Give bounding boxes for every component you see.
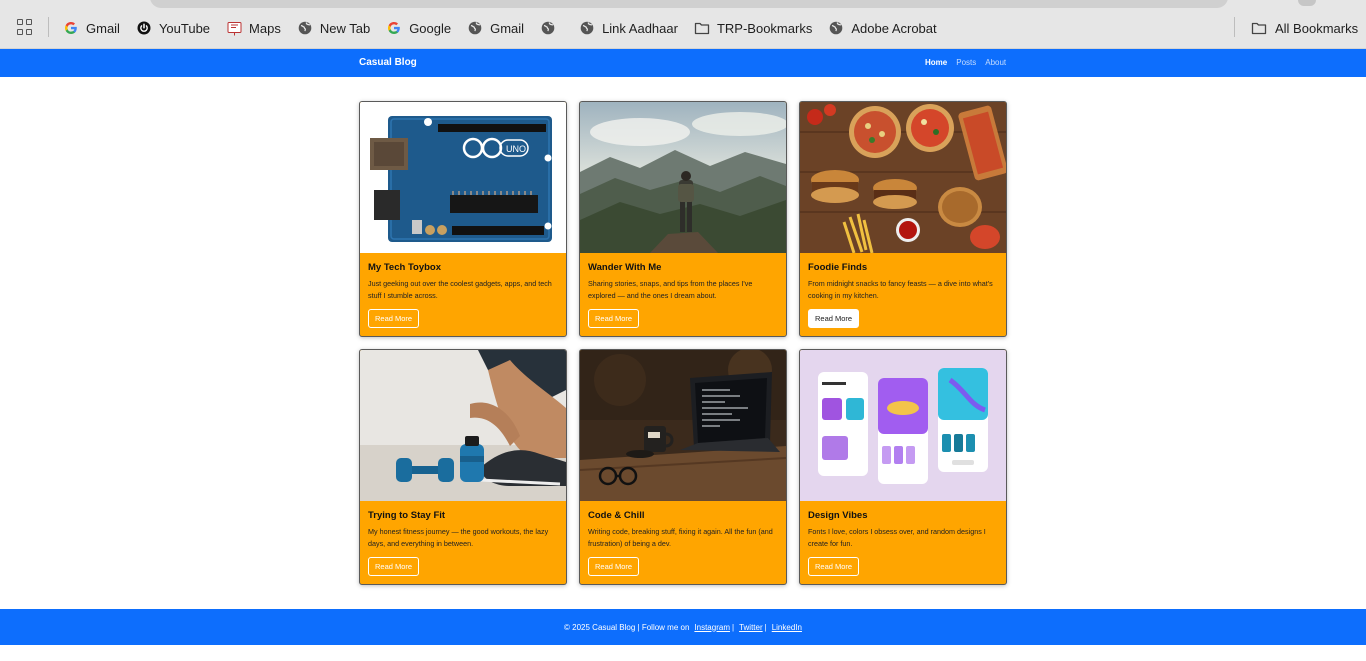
google-icon (63, 20, 79, 36)
laptop-coffee-image (580, 350, 786, 501)
food-spread-image (800, 102, 1006, 253)
card-text: Sharing stories, snaps, and tips from th… (588, 279, 753, 300)
read-more-button[interactable]: Read More (368, 557, 420, 576)
bookmark-youtube[interactable]: YouTube (136, 17, 210, 39)
apps-grid-icon[interactable] (17, 19, 33, 35)
blog-card: Design Vibes Fonts I love, colors I obse… (799, 349, 1007, 585)
globe-icon (297, 20, 313, 36)
bookmark-new-tab[interactable]: New Tab (297, 17, 370, 39)
bookmark-label: TRP-Bookmarks (716, 20, 813, 36)
power-icon (136, 20, 152, 36)
globe-icon (579, 20, 595, 36)
site-footer: © 2025 Casual Blog | Follow me on Instag… (0, 609, 1366, 645)
bookmark-google[interactable]: Google (386, 17, 451, 39)
card-text: Just geeking out over the coolest gadget… (368, 279, 552, 300)
app-design-mockup-image (800, 350, 1006, 501)
mountain-hiker-image (580, 102, 786, 253)
card-title: Foodie Finds (808, 262, 868, 273)
svg-text:UNO: UNO (506, 144, 526, 154)
nav-about[interactable]: About (985, 58, 1006, 67)
blog-card: Trying to Stay Fit My honest fitness jou… (359, 349, 567, 585)
card-text: Writing code, breaking stuff, fixing it … (588, 527, 773, 548)
card-text: From midnight snacks to fancy feasts — a… (808, 279, 993, 300)
blog-card: Wander With Me Sharing stories, snaps, a… (579, 101, 787, 337)
blog-card-grid: UNO My Tech Toybox Just geeking out over… (359, 101, 1007, 585)
bookmark-gmail[interactable]: Gmail (63, 17, 120, 39)
globe-icon (540, 20, 556, 36)
bookmark-label: Maps (249, 20, 281, 36)
bookmark-label: Adobe Acrobat (851, 20, 937, 36)
footer-link-linkedin[interactable]: LinkedIn (772, 623, 802, 632)
fitness-dumbbells-image (360, 350, 566, 501)
bookmarks-divider (1234, 17, 1235, 37)
bookmarks-divider (48, 17, 49, 37)
read-more-button[interactable]: Read More (588, 557, 640, 576)
globe-icon (828, 20, 844, 36)
address-bar-edge[interactable] (150, 0, 1228, 8)
profile-button-edge[interactable] (1298, 0, 1316, 6)
nav-links: Home Posts About (925, 58, 1015, 67)
read-more-button[interactable]: Read More (808, 557, 860, 576)
card-title: Trying to Stay Fit (368, 510, 446, 521)
bookmark-label: Gmail (86, 20, 120, 36)
folder-icon (694, 20, 710, 36)
card-title: Code & Chill (588, 510, 645, 521)
card-text: My honest fitness journey — the good wor… (368, 527, 549, 548)
bookmarks-bar: Gmail YouTube Maps New Tab Google Gmail (0, 0, 1366, 49)
bookmark-maps[interactable]: Maps (226, 17, 281, 39)
footer-link-instagram[interactable]: Instagram (694, 623, 730, 632)
all-bookmarks-button[interactable]: All Bookmarks (1251, 17, 1358, 39)
card-title: Design Vibes (808, 510, 868, 521)
globe-icon (467, 20, 483, 36)
blog-card: UNO My Tech Toybox Just geeking out over… (359, 101, 567, 337)
blog-card: Foodie Finds From midnight snacks to fan… (799, 101, 1007, 337)
bookmark-label: Gmail (490, 20, 525, 36)
read-more-button[interactable]: Read More (368, 309, 420, 328)
footer-text: © 2025 Casual Blog | Follow me on (564, 622, 690, 632)
folder-icon (1251, 20, 1267, 36)
bookmark-folder-trp[interactable]: TRP-Bookmarks (694, 17, 812, 39)
card-title: Wander With Me (588, 262, 662, 273)
bookmarks-list: Gmail YouTube Maps New Tab Google Gmail (63, 17, 953, 39)
card-title: My Tech Toybox (368, 262, 442, 273)
all-bookmarks-label: All Bookmarks (1275, 20, 1359, 36)
footer-link-twitter[interactable]: Twitter (739, 623, 763, 632)
bookmark-adobe-acrobat[interactable]: Adobe Acrobat (828, 17, 937, 39)
google-icon (386, 20, 402, 36)
footer-separator: | (764, 622, 767, 632)
nav-posts[interactable]: Posts (956, 58, 976, 67)
bookmark-label: YouTube (158, 20, 211, 36)
arduino-board-image: UNO (360, 102, 566, 253)
bookmark-unlabeled[interactable] (540, 17, 563, 39)
bookmark-link-aadhaar[interactable]: Link Aadhaar (579, 17, 678, 39)
site-brand[interactable]: Casual Blog (359, 57, 417, 68)
bookmark-label: Link Aadhaar (602, 20, 678, 36)
site-navbar: Casual Blog Home Posts About (0, 49, 1366, 77)
bookmark-label: Google (409, 20, 452, 36)
footer-separator: | (731, 622, 735, 632)
bookmark-gmail-2[interactable]: Gmail (467, 17, 524, 39)
read-more-button[interactable]: Read More (808, 309, 860, 328)
maps-icon (226, 20, 242, 36)
bookmark-label: New Tab (319, 20, 371, 36)
card-text: Fonts I love, colors I obsess over, and … (808, 527, 986, 548)
blog-card: Code & Chill Writing code, breaking stuf… (579, 349, 787, 585)
nav-home[interactable]: Home (925, 58, 947, 67)
read-more-button[interactable]: Read More (588, 309, 640, 328)
